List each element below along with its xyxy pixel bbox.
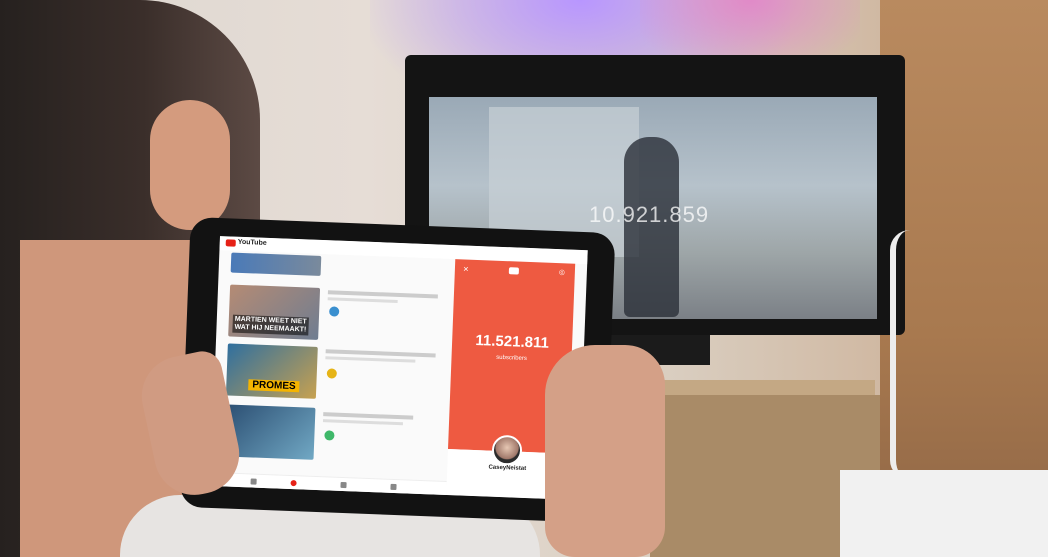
cables [890, 230, 936, 480]
video-meta-4 [322, 412, 443, 427]
subscriber-count: 11.521.811 [475, 331, 550, 352]
home-icon[interactable] [250, 478, 257, 485]
subscriptions-icon[interactable] [340, 481, 347, 489]
channel-avatar-2[interactable] [329, 306, 340, 317]
channel-avatar-4[interactable] [324, 430, 335, 441]
tv-subscriber-count: 10.921.859 [589, 202, 710, 227]
thumbnail-caption: PROMES [248, 379, 300, 393]
channel-avatar-3[interactable] [326, 368, 338, 379]
trending-icon[interactable] [290, 479, 297, 487]
white-shelf [840, 470, 1048, 557]
person-ear [150, 100, 230, 230]
video-meta-2 [327, 290, 448, 305]
thumbnail-caption: MARTIEN WEET NIET WAT HIJ NEEMAAKT! [232, 314, 309, 336]
tablet-screen[interactable]: YouTube MARTIEN WEET NIET WAT HIJ NEEMAA… [210, 236, 588, 501]
video-meta-3 [325, 349, 445, 364]
right-hand [545, 345, 665, 557]
video-thumbnail-1[interactable] [230, 252, 322, 276]
video-thumbnail-3[interactable]: PROMES [225, 343, 318, 399]
youtube-logo-icon[interactable] [225, 239, 236, 247]
bottom-navigation [210, 471, 447, 496]
youtube-icon [508, 267, 520, 275]
inbox-icon[interactable] [390, 483, 397, 491]
camera-icon[interactable]: ◎ [559, 268, 565, 276]
youtube-logo-text: YouTube [237, 238, 267, 247]
subscriber-label: subscribers [496, 354, 527, 362]
channel-avatar[interactable] [491, 434, 523, 466]
photo-scene: 10.921.859 YouTube MARTIEN WEET NIET WAT… [0, 0, 1048, 557]
video-thumbnail-2[interactable]: MARTIEN WEET NIET WAT HIJ NEEMAAKT! [228, 284, 321, 340]
close-icon[interactable]: ✕ [463, 265, 469, 273]
